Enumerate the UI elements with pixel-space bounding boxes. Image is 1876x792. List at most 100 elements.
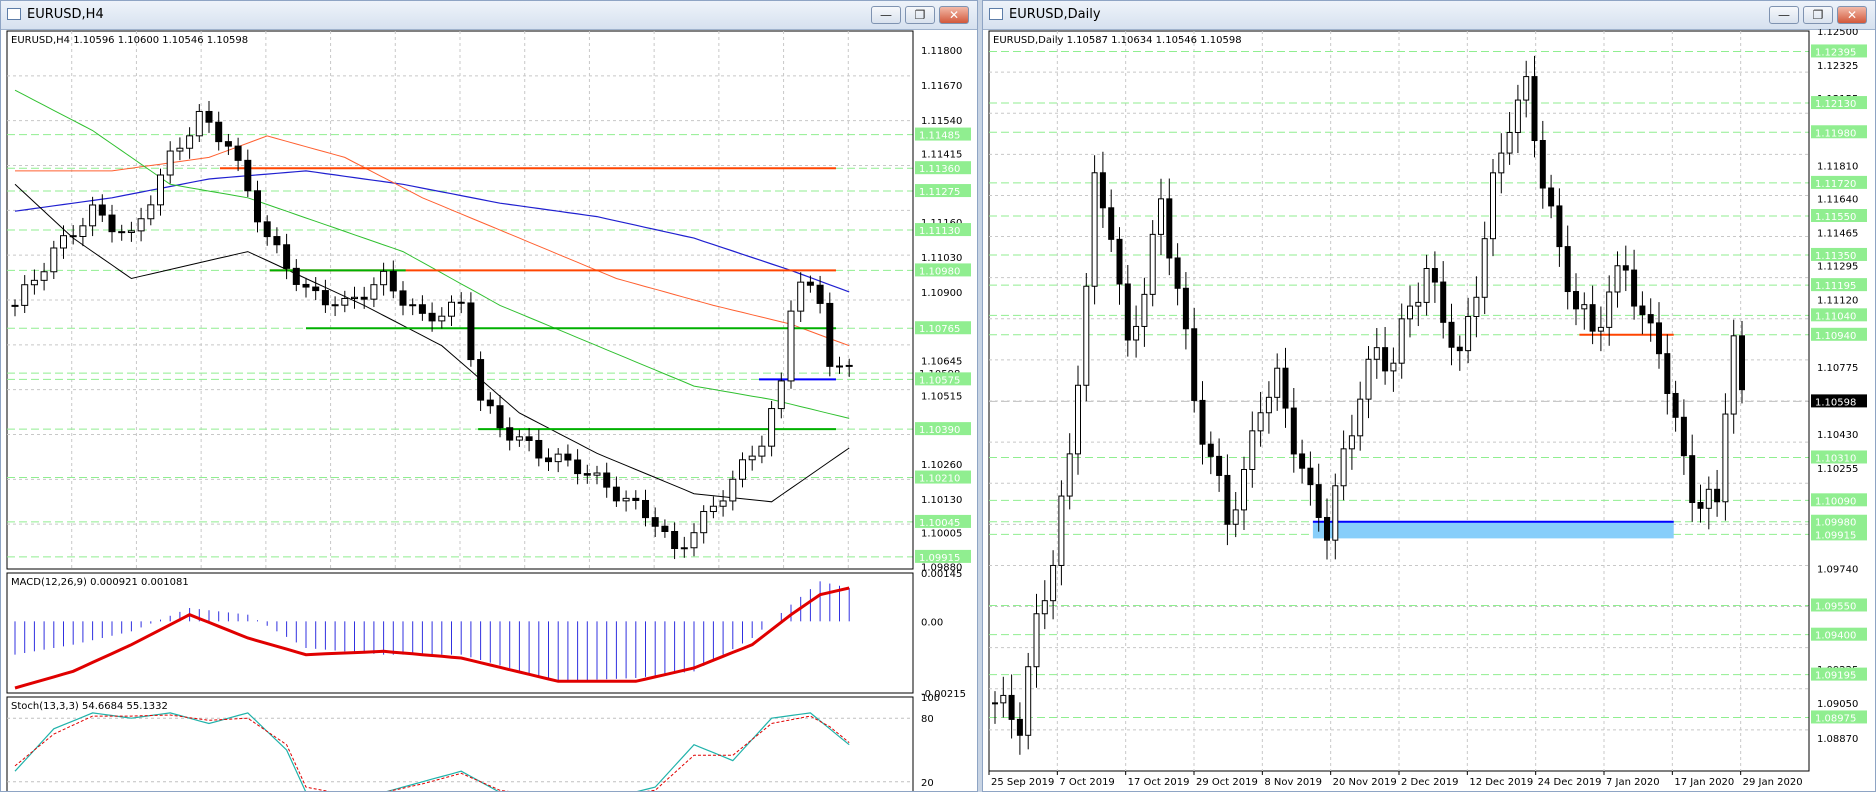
candle-body <box>486 399 494 407</box>
candle-body <box>1506 131 1513 154</box>
stoch-tick-label: 80 <box>921 714 934 725</box>
macd-pane <box>6 572 914 694</box>
candle-body <box>215 121 223 143</box>
candle-body <box>1241 468 1247 511</box>
minimize-button[interactable]: — <box>871 6 901 24</box>
candle-body <box>612 486 620 502</box>
candle-body <box>1290 407 1297 455</box>
chart-window-icon <box>7 8 21 20</box>
candle-body <box>1390 362 1397 372</box>
candle-body <box>709 505 717 513</box>
candle-body <box>1498 152 1505 174</box>
candle-body <box>467 302 475 361</box>
candle-body <box>108 214 116 233</box>
candle-body <box>1050 564 1057 602</box>
candle-body <box>700 511 708 534</box>
candle-body <box>1564 246 1571 293</box>
candle-body <box>1066 453 1073 497</box>
candle-body <box>370 284 378 300</box>
level-label: 1.11275 <box>919 187 960 198</box>
price-tick-label: 1.11540 <box>921 116 962 127</box>
level-label: 1.11040 <box>1815 311 1856 322</box>
candle-body <box>127 230 135 233</box>
level-label: 1.10980 <box>919 266 960 277</box>
h4-window-titlebar[interactable]: EURUSD,H4 — ❐ ✕ <box>1 1 977 30</box>
candle-body <box>1116 238 1123 285</box>
candle-body <box>1589 304 1596 332</box>
candle-body <box>806 281 814 286</box>
candle-body <box>1556 205 1563 248</box>
candle-body <box>603 472 611 488</box>
daily-window-titlebar[interactable]: EURUSD,Daily — ❐ ✕ <box>983 1 1875 30</box>
price-tick-label: 1.10255 <box>1817 464 1858 475</box>
candle-body <box>1282 367 1289 409</box>
candle-body <box>428 312 436 322</box>
candle-body <box>331 304 339 307</box>
candle-body <box>1099 172 1106 209</box>
candle-body <box>1191 328 1198 401</box>
candle-body <box>1000 694 1007 704</box>
candle-body <box>777 380 785 410</box>
candle-body <box>554 453 562 463</box>
candle-body <box>1705 488 1712 509</box>
candle-body <box>21 284 29 306</box>
candle-body <box>632 497 640 501</box>
candle-body <box>1265 396 1272 414</box>
candle-body <box>1083 285 1090 386</box>
candle-body <box>1340 448 1347 487</box>
candle-body <box>79 225 87 237</box>
close-button[interactable]: ✕ <box>1837 6 1867 24</box>
candle-body <box>826 302 834 367</box>
level-label: 1.10390 <box>919 425 960 436</box>
h4-chart-canvas[interactable]: EURUSD,H4 1.10596 1.10600 1.10546 1.1059… <box>1 29 977 791</box>
daily-chart-canvas[interactable]: EURUSD,Daily 1.10587 1.10634 1.10546 1.1… <box>983 29 1875 791</box>
candle-body <box>515 436 523 441</box>
restore-button[interactable]: ❐ <box>905 6 935 24</box>
restore-button[interactable]: ❐ <box>1803 6 1833 24</box>
candle-body <box>661 525 669 532</box>
level-label: 1.11720 <box>1815 179 1856 190</box>
candle-body <box>224 141 232 147</box>
time-tick-label: 8 Nov 2019 <box>1264 777 1322 788</box>
price-tick-label: 1.11810 <box>1817 161 1858 172</box>
candle-body <box>642 499 649 519</box>
candle-body <box>1133 325 1140 341</box>
level-label: 1.12395 <box>1815 47 1856 58</box>
candle-body <box>1182 287 1189 330</box>
macd-tick-label: 0.00 <box>921 617 943 628</box>
level-label: 1.10598 <box>1815 397 1856 408</box>
candle-body <box>845 364 853 367</box>
level-label: 1.10090 <box>1815 496 1856 507</box>
time-tick-label: 2 Dec 2019 <box>1401 777 1459 788</box>
level-label: 1.11130 <box>919 226 960 237</box>
level-label: 1.10765 <box>919 324 960 335</box>
candle-body <box>1631 269 1638 307</box>
candle-body <box>1739 335 1745 391</box>
candle-body <box>1722 413 1729 503</box>
level-label: 1.11485 <box>919 131 960 142</box>
price-tick-label: 1.11295 <box>1817 262 1858 273</box>
price-tick-label: 1.09740 <box>1817 564 1858 575</box>
candle-body <box>671 530 679 550</box>
candle-body <box>1149 233 1156 295</box>
candle-body <box>399 290 407 306</box>
candle-body <box>593 472 601 476</box>
candle-body <box>1207 443 1214 457</box>
candle-body <box>1398 318 1405 364</box>
candle-body <box>583 473 591 476</box>
candle-body <box>1174 257 1181 289</box>
candle-body <box>506 427 514 441</box>
candle-body <box>719 500 727 507</box>
chart-info-label: EURUSD,Daily 1.10587 1.10634 1.10546 1.1… <box>993 35 1242 46</box>
candle-body <box>1622 265 1629 271</box>
candle-body <box>535 439 543 459</box>
time-tick-label: 25 Sep 2019 <box>991 777 1054 788</box>
candle-body <box>389 270 397 292</box>
candle-body <box>1232 509 1239 525</box>
close-button[interactable]: ✕ <box>939 6 969 24</box>
candle-body <box>1680 416 1687 457</box>
time-tick-label: 12 Dec 2019 <box>1469 777 1533 788</box>
level-label: 1.09195 <box>1815 671 1856 682</box>
candle-body <box>1689 455 1696 504</box>
minimize-button[interactable]: — <box>1769 6 1799 24</box>
